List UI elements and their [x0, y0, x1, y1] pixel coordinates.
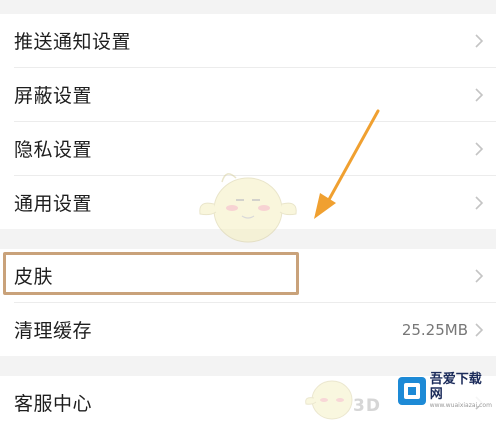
- group-gap: [0, 356, 496, 376]
- chevron-right-icon: [475, 268, 484, 283]
- site-watermark: 吾爱下载网 www.wuaixiazai.com: [398, 372, 494, 409]
- settings-item-label: 通用设置: [14, 193, 93, 215]
- group-gap: [0, 229, 496, 249]
- top-gap: [0, 0, 496, 14]
- site-url: www.wuaixiazai.com: [429, 402, 492, 409]
- settings-group-appearance: 皮肤 清理缓存 25.25MB: [0, 249, 496, 356]
- chevron-right-icon: [475, 195, 484, 210]
- settings-item-label: 客服中心: [14, 393, 93, 415]
- settings-item-skin[interactable]: 皮肤: [0, 249, 496, 302]
- settings-item-label: 清理缓存: [14, 320, 93, 342]
- cache-size-value: 25.25MB: [401, 320, 468, 339]
- settings-item-clear-cache[interactable]: 清理缓存 25.25MB: [0, 303, 496, 356]
- watermark-3d-text: 3D: [353, 396, 381, 416]
- chevron-right-icon: [475, 322, 484, 337]
- settings-item-general[interactable]: 通用设置: [0, 176, 496, 229]
- site-logo-icon: [398, 377, 426, 405]
- settings-item-label: 推送通知设置: [14, 31, 132, 53]
- settings-item-push-notification[interactable]: 推送通知设置: [0, 14, 496, 67]
- chevron-right-icon: [475, 141, 484, 156]
- chevron-right-icon: [475, 87, 484, 102]
- settings-item-label: 皮肤: [14, 266, 54, 288]
- settings-item-privacy[interactable]: 隐私设置: [0, 122, 496, 175]
- settings-item-label: 隐私设置: [14, 139, 93, 161]
- settings-item-block[interactable]: 屏蔽设置: [0, 68, 496, 121]
- settings-group-general: 推送通知设置 屏蔽设置 隐私设置 通用设置: [0, 14, 496, 229]
- chevron-right-icon: [475, 33, 484, 48]
- settings-item-label: 屏蔽设置: [14, 85, 93, 107]
- site-name: 吾爱下载网: [429, 372, 482, 402]
